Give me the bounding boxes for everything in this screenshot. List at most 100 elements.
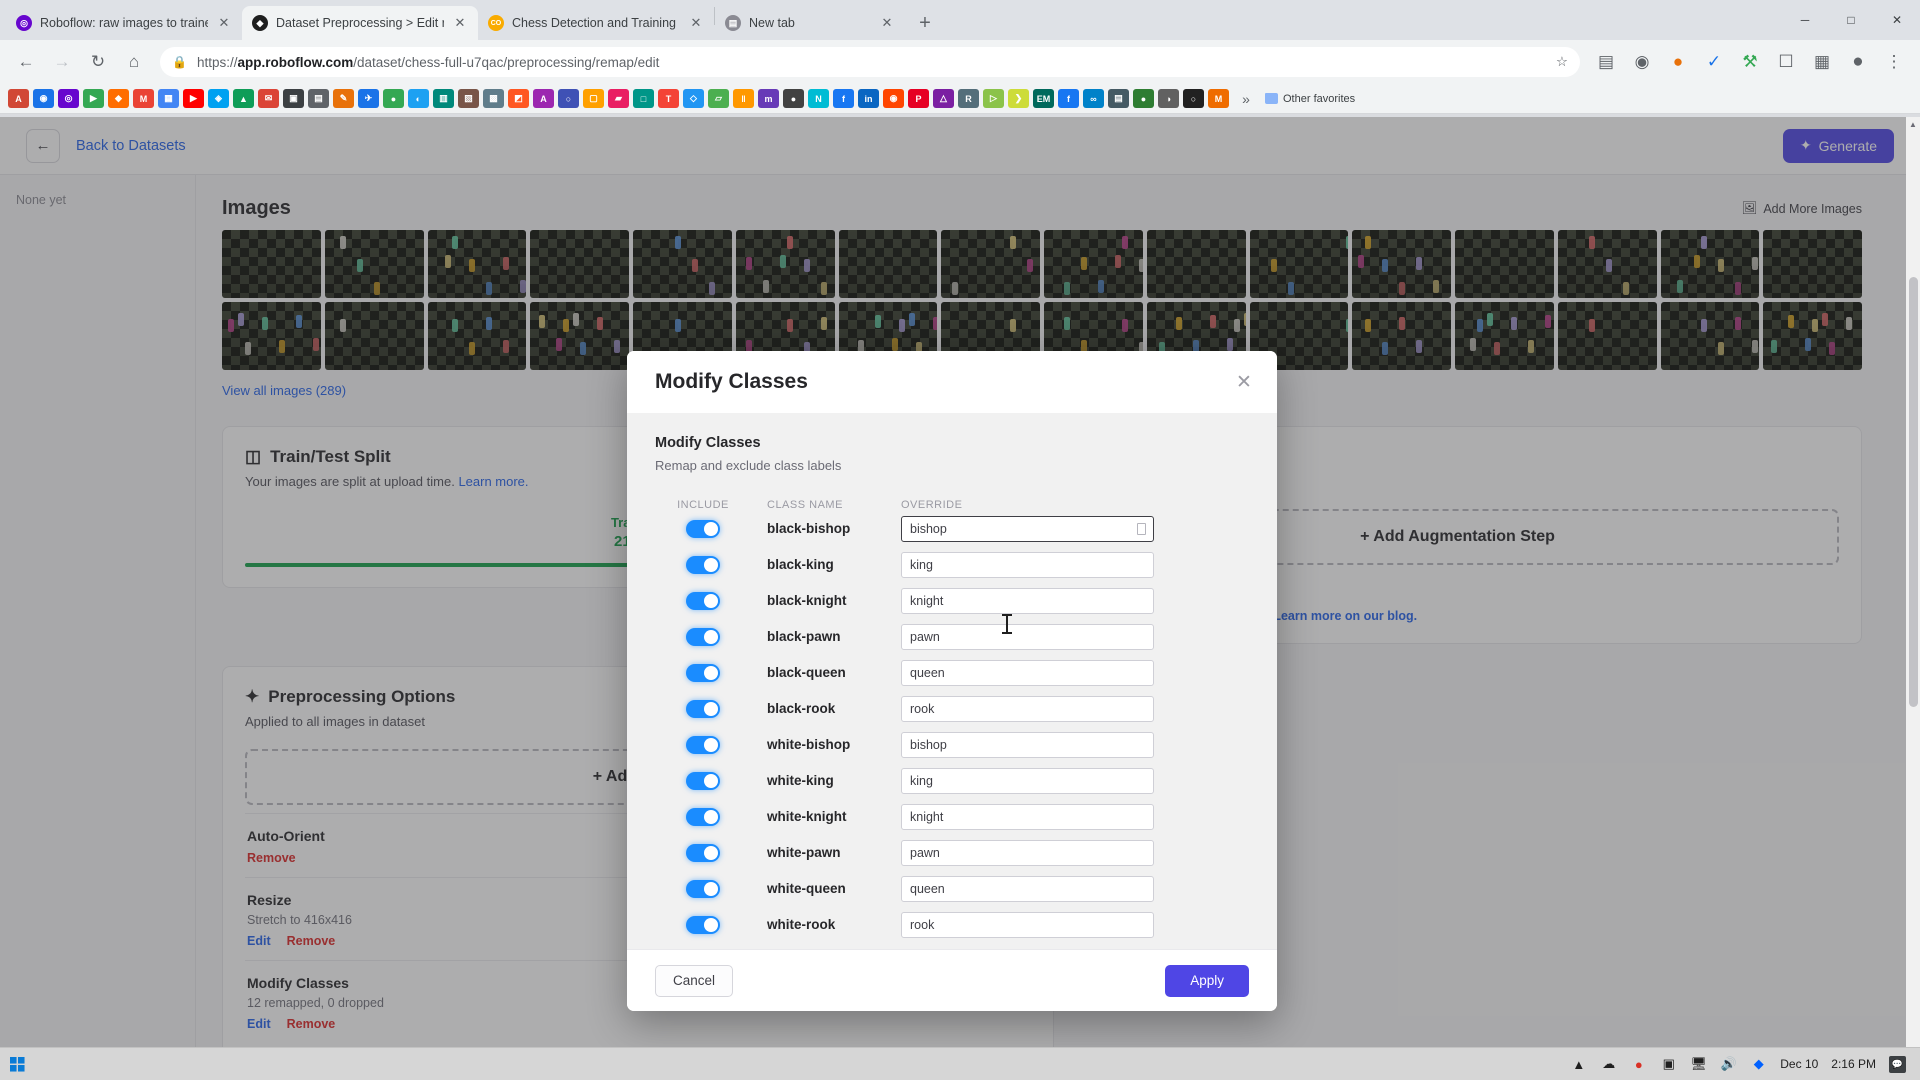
bookmark-icon-34[interactable]: in	[858, 89, 879, 108]
bookmark-icon-3[interactable]: ▶	[83, 89, 104, 108]
extension-5-icon[interactable]: ☐	[1770, 46, 1802, 78]
display-icon[interactable]: ▣	[1660, 1056, 1677, 1073]
bookmark-icon-0[interactable]: A	[8, 89, 29, 108]
dropbox-icon[interactable]: ◆	[1750, 1056, 1767, 1073]
bookmark-icon-17[interactable]: ▥	[433, 89, 454, 108]
override-input[interactable]: bishop	[901, 516, 1154, 542]
browser-tab-3[interactable]: ▤ New tab ✕	[715, 6, 905, 40]
bookmark-icon-5[interactable]: M	[133, 89, 154, 108]
bookmark-icon-11[interactable]: ▣	[283, 89, 304, 108]
apply-button[interactable]: Apply	[1165, 964, 1249, 997]
override-input[interactable]: bishop	[901, 732, 1154, 758]
taskbar-time[interactable]: 2:16 PM	[1831, 1057, 1876, 1071]
bookmark-icon-38[interactable]: R	[958, 89, 979, 108]
override-input[interactable]: king	[901, 768, 1154, 794]
forward-icon[interactable]: →	[46, 46, 78, 78]
override-input[interactable]: pawn	[901, 840, 1154, 866]
extension-1-icon[interactable]: ◉	[1626, 46, 1658, 78]
bookmark-icon-31[interactable]: ●	[783, 89, 804, 108]
reload-icon[interactable]: ↻	[82, 46, 114, 78]
bookmark-icon-47[interactable]: ○	[1183, 89, 1204, 108]
bookmark-icon-16[interactable]: ◐	[408, 89, 429, 108]
bookmark-icon-23[interactable]: ▢	[583, 89, 604, 108]
bookmark-icon-18[interactable]: ▧	[458, 89, 479, 108]
bookmark-icon-35[interactable]: ◉	[883, 89, 904, 108]
browser-tab-0[interactable]: ◎ Roboflow: raw images to trained ✕	[6, 6, 242, 40]
scrollbar-thumb[interactable]	[1909, 277, 1918, 707]
bookmark-icon-37[interactable]: △	[933, 89, 954, 108]
bookmark-icon-48[interactable]: M	[1208, 89, 1229, 108]
bookmark-icon-13[interactable]: ✎	[333, 89, 354, 108]
override-input[interactable]: knight	[901, 588, 1154, 614]
bookmark-icon-14[interactable]: ✈	[358, 89, 379, 108]
bookmark-icon-24[interactable]: ▰	[608, 89, 629, 108]
extension-4-icon[interactable]: ⚒	[1734, 46, 1766, 78]
include-toggle[interactable]	[686, 736, 720, 754]
override-input[interactable]: rook	[901, 696, 1154, 722]
include-toggle[interactable]	[686, 520, 720, 538]
address-bar[interactable]: 🔒 https://app.roboflow.com/dataset/chess…	[160, 47, 1580, 77]
scroll-up-icon[interactable]: ▲	[1906, 117, 1920, 131]
include-toggle[interactable]	[686, 772, 720, 790]
bookmark-icon-10[interactable]: ✉	[258, 89, 279, 108]
include-toggle[interactable]	[686, 808, 720, 826]
bookmark-icon-7[interactable]: ▶	[183, 89, 204, 108]
cancel-button[interactable]: Cancel	[655, 964, 734, 997]
include-toggle[interactable]	[686, 664, 720, 682]
bookmarks-overflow-icon[interactable]: »	[1237, 91, 1255, 107]
extension-6-icon[interactable]: ▦	[1806, 46, 1838, 78]
bookmark-icon-4[interactable]: ◆	[108, 89, 129, 108]
browser-menu-icon[interactable]: ⋮	[1878, 46, 1910, 78]
extension-2-icon[interactable]: ●	[1662, 46, 1694, 78]
other-favorites-folder[interactable]: Other favorites	[1265, 93, 1355, 105]
bookmark-icon-25[interactable]: □	[633, 89, 654, 108]
bookmark-icon-20[interactable]: ◩	[508, 89, 529, 108]
back-icon[interactable]: ←	[10, 46, 42, 78]
bookmark-icon-15[interactable]: ●	[383, 89, 404, 108]
bookmark-icon-2[interactable]: ◎	[58, 89, 79, 108]
bookmark-icon-33[interactable]: f	[833, 89, 854, 108]
bookmark-icon-19[interactable]: ▩	[483, 89, 504, 108]
notification-icon[interactable]: 💬	[1889, 1055, 1906, 1073]
bookmark-icon-26[interactable]: T	[658, 89, 679, 108]
chevron-up-icon[interactable]: ▲	[1570, 1056, 1587, 1073]
bookmark-icon-12[interactable]: ▤	[308, 89, 329, 108]
browser-tab-1[interactable]: ◆ Dataset Preprocessing > Edit rem ✕	[242, 6, 478, 40]
page-scrollbar[interactable]: ▲ ▼	[1906, 117, 1920, 1057]
bookmark-icon-42[interactable]: f	[1058, 89, 1079, 108]
bookmark-star-icon[interactable]: ☆	[1556, 54, 1568, 70]
extensions-icon[interactable]: ▤	[1590, 46, 1622, 78]
minimize-button[interactable]: ─	[1782, 4, 1828, 36]
include-toggle[interactable]	[686, 556, 720, 574]
network-icon[interactable]: 🖥	[1690, 1056, 1708, 1073]
override-input[interactable]: knight	[901, 804, 1154, 830]
close-icon[interactable]: ✕	[1231, 369, 1257, 395]
bookmark-icon-1[interactable]: ◉	[33, 89, 54, 108]
bookmark-icon-40[interactable]: ❯	[1008, 89, 1029, 108]
bookmark-icon-9[interactable]: ▲	[233, 89, 254, 108]
bookmark-icon-29[interactable]: ‖	[733, 89, 754, 108]
close-icon[interactable]: ✕	[688, 15, 704, 31]
bookmark-icon-8[interactable]: ◈	[208, 89, 229, 108]
bookmark-icon-43[interactable]: ∞	[1083, 89, 1104, 108]
bookmark-icon-30[interactable]: m	[758, 89, 779, 108]
volume-icon[interactable]: 🔊	[1720, 1056, 1737, 1073]
home-icon[interactable]: ⌂	[118, 46, 150, 78]
include-toggle[interactable]	[686, 916, 720, 934]
bookmark-icon-41[interactable]: EM	[1033, 89, 1054, 108]
taskbar-date[interactable]: Dec 10	[1780, 1057, 1818, 1071]
bookmark-icon-27[interactable]: ◇	[683, 89, 704, 108]
security-icon[interactable]: ●	[1630, 1056, 1647, 1073]
close-icon[interactable]: ✕	[216, 15, 232, 31]
windows-icon[interactable]	[0, 1048, 34, 1080]
close-icon[interactable]: ✕	[452, 15, 468, 31]
browser-tab-2[interactable]: CO Chess Detection and Training usi ✕	[478, 6, 714, 40]
include-toggle[interactable]	[686, 700, 720, 718]
bookmark-icon-45[interactable]: ●	[1133, 89, 1154, 108]
profile-avatar[interactable]: ●	[1842, 46, 1874, 78]
override-input[interactable]: king	[901, 552, 1154, 578]
bookmark-icon-22[interactable]: ○	[558, 89, 579, 108]
include-toggle[interactable]	[686, 844, 720, 862]
bookmark-icon-28[interactable]: ▱	[708, 89, 729, 108]
close-window-button[interactable]: ✕	[1874, 4, 1920, 36]
